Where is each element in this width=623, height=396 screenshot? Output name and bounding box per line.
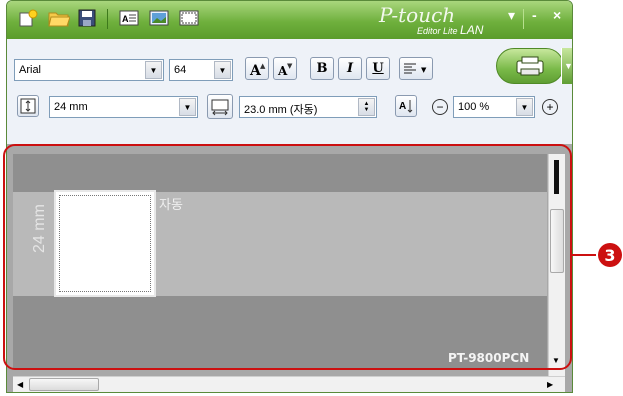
- title-separator: [523, 9, 524, 29]
- insert-image-button[interactable]: [147, 7, 171, 29]
- label-length-icon: [211, 99, 229, 115]
- bold-button[interactable]: B: [310, 57, 334, 80]
- insert-text-button[interactable]: A: [117, 7, 141, 29]
- printer-icon: [516, 56, 544, 76]
- font-grow-icon: A ▲: [249, 61, 266, 77]
- callout-highlight: [3, 144, 572, 370]
- insert-frame-button[interactable]: [177, 7, 201, 29]
- frame-icon: [179, 10, 199, 26]
- print-options-button[interactable]: ▼: [561, 48, 572, 84]
- options-dropdown-button[interactable]: ▾: [508, 7, 515, 24]
- text-direction-button[interactable]: A: [395, 95, 417, 117]
- svg-text:▲: ▲: [260, 61, 266, 70]
- tape-width-icon-button: [17, 95, 39, 117]
- zoom-select[interactable]: 100 % ▼: [453, 96, 535, 118]
- length-stepper[interactable]: ▲ ▼: [358, 98, 375, 116]
- callout-number-badge: 3: [598, 243, 622, 267]
- underline-button[interactable]: U: [366, 57, 390, 80]
- italic-button[interactable]: I: [338, 57, 362, 80]
- print-button[interactable]: [496, 48, 564, 84]
- font-size-select[interactable]: 64 ▼: [169, 59, 233, 81]
- decrease-font-button[interactable]: A ▼: [273, 57, 297, 80]
- folder-icon: [48, 12, 70, 27]
- svg-text:▼: ▼: [421, 65, 427, 74]
- tape-width-select[interactable]: 24 mm ▼: [49, 96, 198, 118]
- label-length-value: 23.0 mm (자동): [244, 104, 318, 116]
- horizontal-scrollbar[interactable]: ◀ ▶: [13, 376, 565, 392]
- font-shrink-icon: A ▼: [277, 61, 293, 77]
- brand-lan: LAN: [460, 23, 484, 37]
- zoom-value: 100 %: [458, 101, 490, 113]
- text-box-icon: A: [119, 10, 139, 26]
- tape-width-value: 24 mm: [54, 101, 88, 113]
- label-length-input[interactable]: 23.0 mm (자동) ▲ ▼: [239, 96, 377, 118]
- label-length-icon-button: [207, 94, 233, 119]
- scroll-left-arrow-icon[interactable]: ◀: [17, 380, 23, 389]
- align-button[interactable]: ▼: [399, 57, 433, 80]
- increase-font-button[interactable]: A ▲: [245, 57, 269, 80]
- horizontal-scroll-thumb[interactable]: [29, 378, 99, 391]
- chevron-down-icon[interactable]: ▼: [145, 61, 162, 79]
- format-toolbar: Arial ▼ 64 ▼ A ▲ A ▼ B I U ▼ ▼ 24 mm ▼ 2…: [7, 39, 572, 144]
- text-direction-icon: A: [399, 100, 413, 113]
- callout-leader-line: [572, 254, 596, 256]
- toolbar-separator: [107, 9, 108, 29]
- minimize-button[interactable]: -: [532, 7, 537, 23]
- new-file-icon: [19, 9, 38, 27]
- open-folder-button[interactable]: [47, 7, 71, 29]
- chevron-down-icon[interactable]: ▼: [516, 98, 533, 116]
- scroll-right-arrow-icon[interactable]: ▶: [547, 380, 553, 389]
- font-size-value: 64: [174, 64, 187, 76]
- close-button[interactable]: ×: [553, 7, 561, 23]
- save-icon: [78, 9, 96, 27]
- brand-subtitle: Editor Lite LAN: [417, 23, 483, 37]
- chevron-down-icon[interactable]: ▼: [179, 98, 196, 116]
- align-left-icon: ▼: [404, 63, 427, 74]
- title-bar: A P-touch Editor Lite LAN ▾ - ×: [7, 1, 572, 39]
- new-file-button[interactable]: [17, 7, 41, 29]
- font-name-select[interactable]: Arial ▼: [14, 59, 164, 81]
- product-logo: P-touch Editor Lite LAN: [379, 3, 489, 37]
- zoom-in-button[interactable]: +: [542, 99, 558, 115]
- image-icon: [149, 10, 169, 26]
- brand-edition: Editor Lite: [417, 26, 458, 36]
- font-name-value: Arial: [19, 64, 42, 76]
- chevron-down-icon[interactable]: ▼: [214, 61, 231, 79]
- save-button[interactable]: [75, 7, 99, 29]
- zoom-out-button[interactable]: −: [432, 99, 448, 115]
- tape-width-icon: [20, 98, 36, 114]
- svg-text:A: A: [122, 14, 129, 24]
- svg-text:A: A: [399, 101, 406, 112]
- svg-text:▼: ▼: [287, 61, 293, 70]
